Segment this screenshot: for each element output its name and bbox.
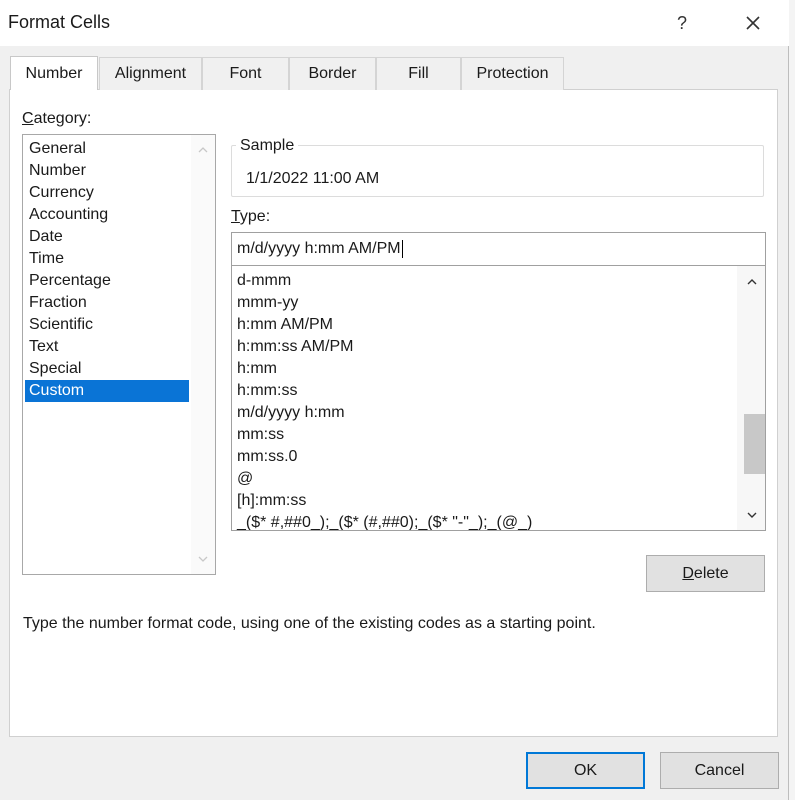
type-item-h-mm[interactable]: h:mm (237, 358, 277, 380)
ok-button[interactable]: OK (526, 752, 645, 789)
tab-fill[interactable]: Fill (376, 57, 461, 90)
type-item-elapsed-hours[interactable]: [h]:mm:ss (237, 490, 306, 512)
type-item-h-mm-ampm[interactable]: h:mm AM/PM (237, 314, 333, 336)
category-item-number[interactable]: Number (25, 160, 189, 182)
close-icon (746, 16, 760, 30)
delete-accesskey: D (682, 564, 694, 582)
type-item-h-mm-ss-ampm[interactable]: h:mm:ss AM/PM (237, 336, 353, 358)
category-scrollbar[interactable] (191, 135, 215, 574)
hint-text: Type the number format code, using one o… (23, 615, 596, 632)
delete-button[interactable]: Delete (646, 555, 765, 592)
cancel-button[interactable]: Cancel (660, 752, 779, 789)
tab-border[interactable]: Border (289, 57, 376, 90)
background-sheet (789, 0, 795, 800)
type-item-text-at[interactable]: @ (237, 468, 253, 490)
type-format-input[interactable]: m/d/yyyy h:mm AM/PM (231, 232, 766, 266)
category-label-accesskey: C (22, 110, 34, 127)
category-item-date[interactable]: Date (25, 226, 189, 248)
close-button[interactable] (730, 4, 776, 42)
type-label: Type: (231, 208, 270, 226)
category-item-accounting[interactable]: Accounting (25, 204, 189, 226)
tab-font[interactable]: Font (202, 57, 289, 90)
tab-alignment[interactable]: Alignment (99, 57, 202, 90)
tab-protection[interactable]: Protection (461, 57, 564, 90)
type-item-h-mm-ss[interactable]: h:mm:ss (237, 380, 297, 402)
chevron-down-icon[interactable] (746, 509, 758, 521)
dialog-title: Format Cells (8, 12, 111, 32)
category-item-special[interactable]: Special (25, 358, 189, 380)
type-list-scroll-thumb[interactable] (744, 414, 765, 474)
type-item-accounting[interactable]: _($* #,##0_);_($* (#,##0);_($* "-"_);_(@… (237, 512, 532, 530)
type-label-accesskey: T (231, 208, 240, 225)
type-format-list[interactable]: d-mmm mmm-yy h:mm AM/PM h:mm:ss AM/PM h:… (231, 265, 766, 531)
category-item-general[interactable]: General (25, 138, 189, 160)
type-item-mm-ss[interactable]: mm:ss (237, 424, 284, 446)
category-item-scientific[interactable]: Scientific (25, 314, 189, 336)
category-label-text: ategory: (33, 110, 92, 127)
type-item-mm-ss-0[interactable]: mm:ss.0 (237, 446, 297, 468)
type-item-mmm-yy[interactable]: mmm-yy (237, 292, 298, 314)
type-item-d-mmm[interactable]: d-mmm (237, 270, 291, 292)
category-item-time[interactable]: Time (25, 248, 189, 270)
category-item-custom[interactable]: Custom (25, 380, 189, 402)
chevron-down-icon[interactable] (197, 553, 209, 565)
category-item-text[interactable]: Text (25, 336, 189, 358)
type-list-scrollbar[interactable] (737, 266, 765, 530)
tab-number[interactable]: Number (10, 56, 98, 90)
format-cells-dialog: Format Cells ? Number Alignment Font Bor… (0, 0, 789, 800)
chevron-up-icon[interactable] (197, 144, 209, 156)
sample-value: 1/1/2022 11:00 AM (246, 170, 380, 187)
chevron-up-icon[interactable] (746, 276, 758, 288)
delete-label: elete (693, 564, 729, 582)
sample-label: Sample (236, 137, 299, 155)
type-format-value: m/d/yyyy h:mm AM/PM (237, 240, 401, 257)
category-item-currency[interactable]: Currency (25, 182, 189, 204)
text-caret (401, 239, 403, 258)
title-bar: Format Cells ? (0, 0, 789, 46)
category-label: Category: (22, 110, 91, 128)
category-item-fraction[interactable]: Fraction (25, 292, 189, 314)
type-item-date-time[interactable]: m/d/yyyy h:mm (237, 402, 345, 424)
type-label-text: ype: (239, 208, 271, 225)
help-button[interactable]: ? (662, 4, 702, 42)
category-item-percentage[interactable]: Percentage (25, 270, 189, 292)
category-list[interactable]: General Number Currency Accounting Date … (22, 134, 216, 575)
